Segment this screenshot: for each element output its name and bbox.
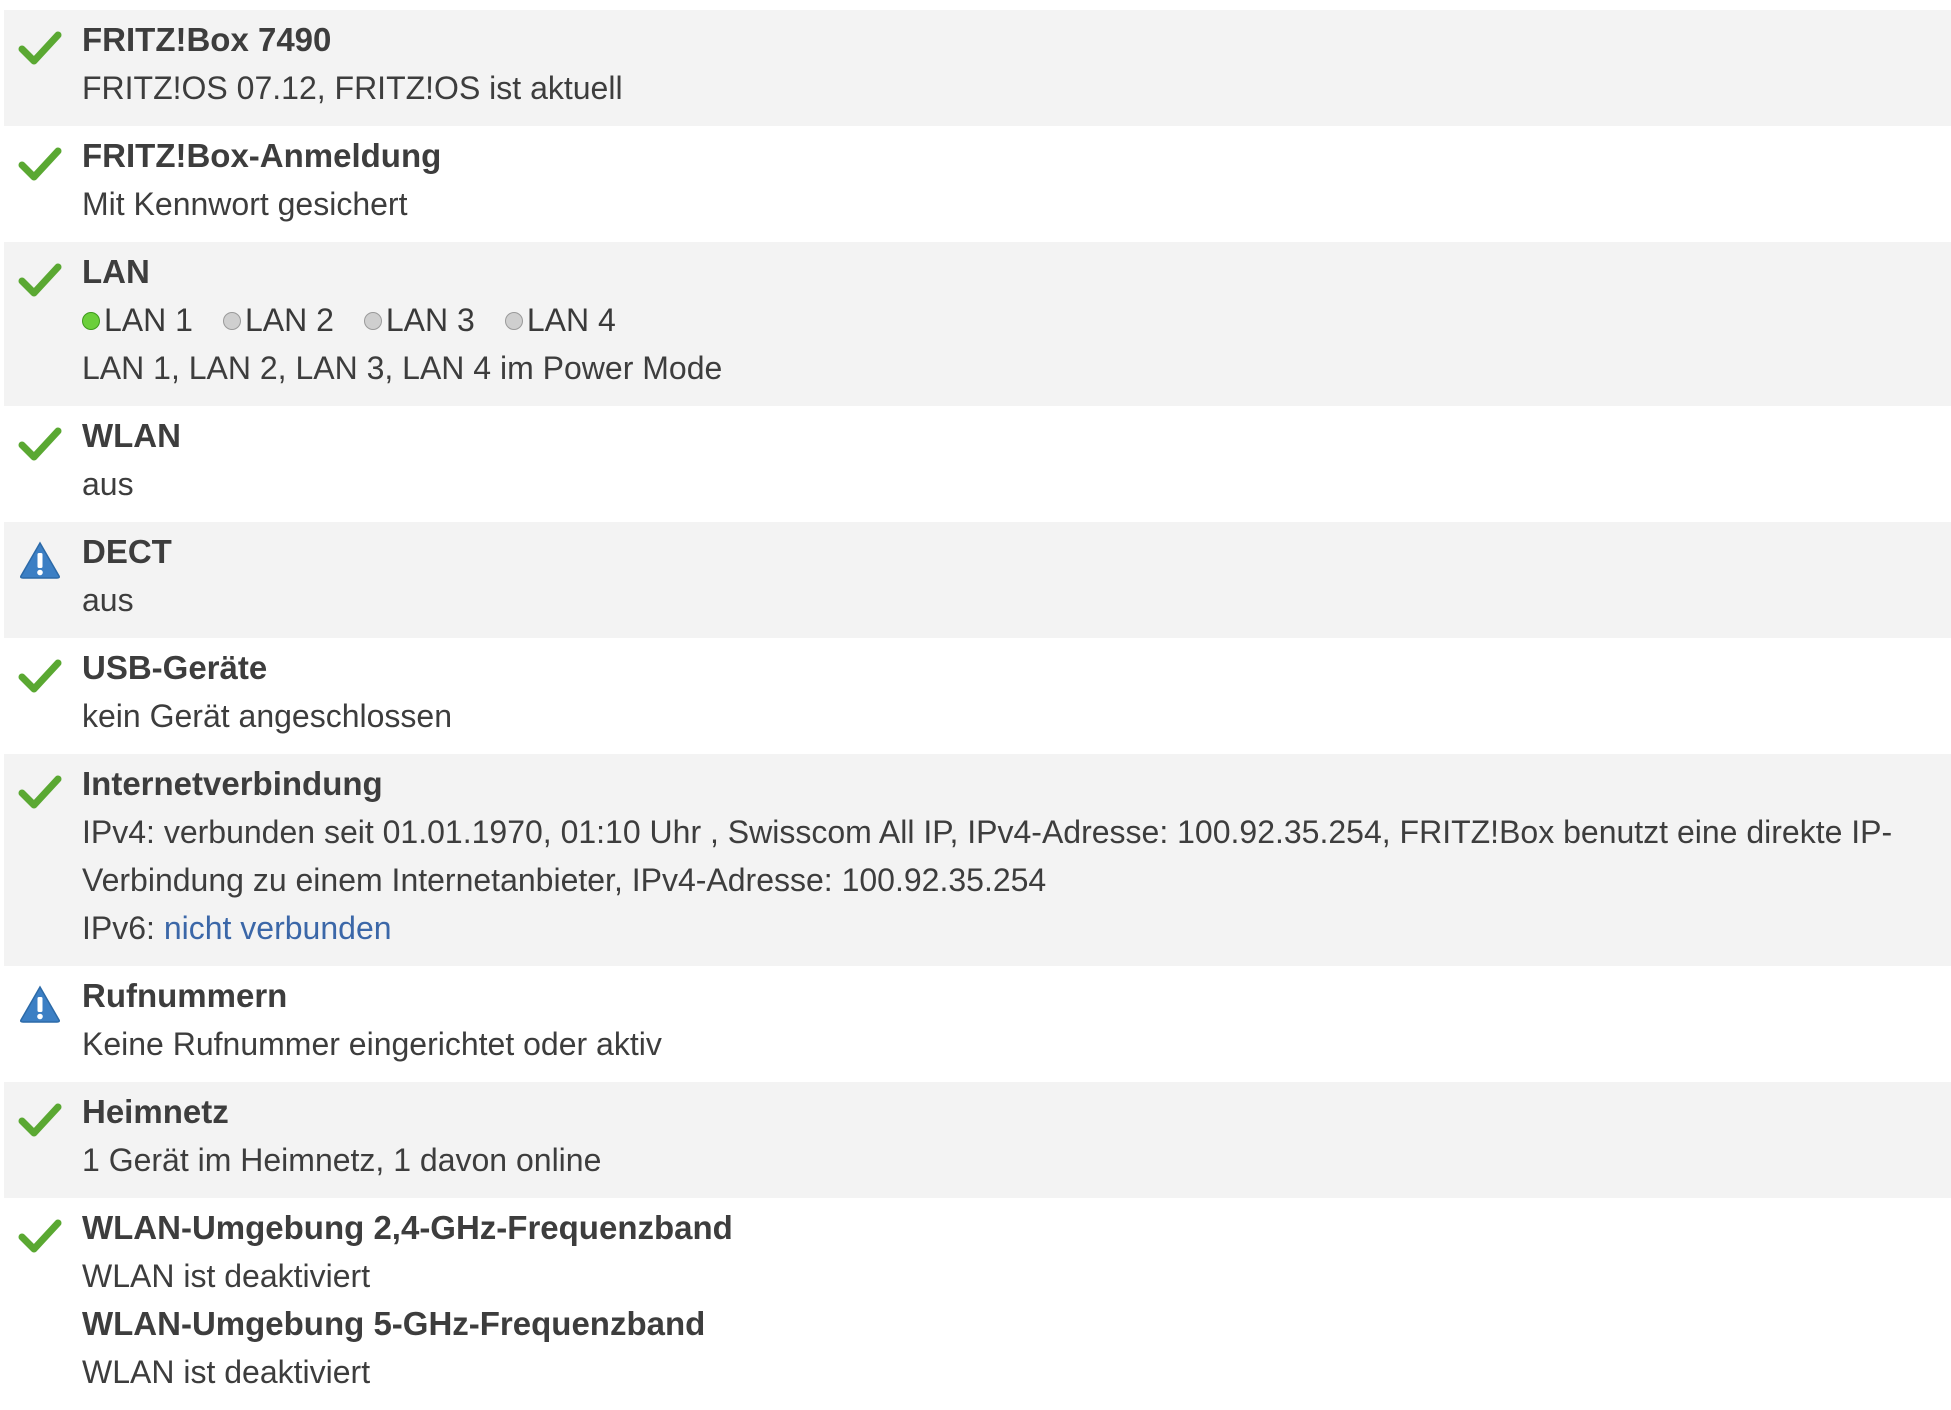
lan-port[interactable]: LAN 2 — [222, 296, 334, 344]
ipv6-label: IPv6: — [82, 910, 155, 946]
row-detail: aus — [82, 466, 134, 502]
row-detail: IPv4: verbunden seit 01.01.1970, 01:10 U… — [82, 814, 1893, 898]
status-row: Heimnetz 1 Gerät im Heimnetz, 1 davon onl… — [4, 1082, 1951, 1198]
status-row: DECT aus — [4, 522, 1951, 638]
lan-port-label: LAN 2 — [244, 302, 334, 338]
status-row: Internetverbindung IPv4: verbunden seit 0… — [4, 754, 1951, 966]
check-icon — [18, 263, 62, 297]
lan-port[interactable]: LAN 1 — [82, 296, 193, 344]
check-icon — [18, 1103, 62, 1137]
row-title: FRITZ!Box-Anmeldung — [82, 137, 442, 174]
status-row: LAN LAN 1 LAN 2 LAN 3 LAN 4 LAN 1, LAN 2, LAN… — [4, 242, 1951, 406]
row-detail: FRITZ!OS 07.12, FRITZ!OS ist aktuell — [82, 70, 623, 106]
lan-ports: LAN 1 LAN 2 LAN 3 LAN 4 — [82, 296, 1951, 344]
ipv6-link[interactable]: nicht verbunden — [164, 910, 392, 946]
lan-port-label: LAN 1 — [104, 302, 193, 338]
row-title: DECT — [82, 533, 172, 570]
row-title: FRITZ!Box 7490 — [82, 21, 332, 58]
row-title: Rufnummern — [82, 977, 288, 1014]
row-title: Heimnetz — [82, 1093, 229, 1130]
lan-port[interactable]: LAN 4 — [504, 296, 616, 344]
status-row: FRITZ!Box 7490 FRITZ!OS 07.12, FRITZ!OS i… — [4, 10, 1951, 126]
check-icon — [18, 1219, 62, 1253]
status-row: Rufnummern Keine Rufnummer eingerichtet o… — [4, 966, 1951, 1082]
port-status-indicator — [363, 311, 382, 330]
row-detail: LAN 1, LAN 2, LAN 3, LAN 4 im Power Mode — [82, 350, 723, 386]
ipv6-status: IPv6: nicht verbunden — [82, 904, 1951, 952]
row-title: WLAN-Umgebung 2,4-GHz-Frequenzband — [82, 1209, 733, 1246]
port-status-indicator — [504, 311, 523, 330]
row-detail: kein Gerät angeschlossen — [82, 698, 452, 734]
check-icon — [18, 659, 62, 693]
status-overview-list: FRITZ!Box 7490 FRITZ!OS 07.12, FRITZ!OS i… — [4, 10, 1951, 1410]
row-title: LAN — [82, 253, 150, 290]
warning-icon — [20, 541, 60, 579]
row-title: WLAN — [82, 417, 181, 454]
port-status-indicator — [82, 311, 100, 330]
lan-port-label: LAN 3 — [385, 302, 475, 338]
port-status-indicator — [222, 311, 241, 330]
row-subtitle: WLAN-Umgebung 5-GHz-Frequenzband — [82, 1305, 706, 1342]
check-icon — [18, 775, 62, 809]
check-icon — [18, 147, 62, 181]
row-title: USB-Geräte — [82, 649, 268, 686]
status-row: WLAN-Umgebung 2,4-GHz-Frequenzband WLAN i… — [4, 1198, 1951, 1410]
check-icon — [18, 427, 62, 461]
status-row: WLAN aus — [4, 406, 1951, 522]
lan-port[interactable]: LAN 3 — [363, 296, 475, 344]
check-icon — [18, 31, 62, 65]
lan-port-label: LAN 4 — [526, 302, 616, 338]
row-detail: Keine Rufnummer eingerichtet oder aktiv — [82, 1026, 662, 1062]
warning-icon — [20, 985, 60, 1023]
row-detail: WLAN ist deaktiviert — [82, 1258, 371, 1294]
row-detail: WLAN ist deaktiviert — [82, 1354, 371, 1390]
row-detail: aus — [82, 582, 134, 618]
status-row: FRITZ!Box-Anmeldung Mit Kennwort gesicher… — [4, 126, 1951, 242]
row-title: Internetverbindung — [82, 765, 383, 802]
status-row: USB-Geräte kein Gerät angeschlossen — [4, 638, 1951, 754]
row-detail: Mit Kennwort gesichert — [82, 186, 408, 222]
row-detail: 1 Gerät im Heimnetz, 1 davon online — [82, 1142, 602, 1178]
